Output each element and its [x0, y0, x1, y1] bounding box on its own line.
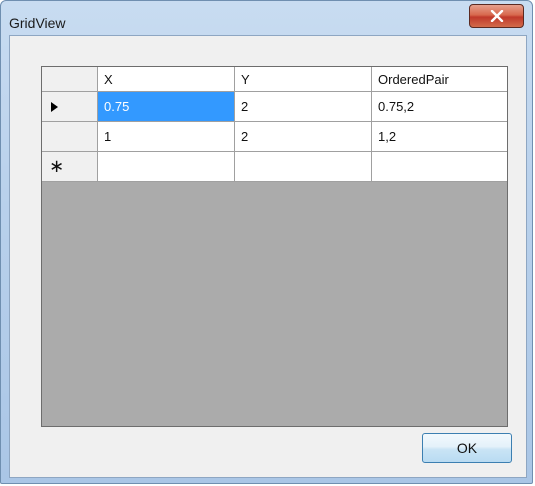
- row-header[interactable]: ∗: [42, 152, 98, 182]
- grid-header-row: X Y OrderedPair: [42, 67, 507, 92]
- cell-orderedpair[interactable]: 1,2: [372, 122, 507, 152]
- cell-x[interactable]: 1: [98, 122, 235, 152]
- row-header[interactable]: [42, 122, 98, 152]
- dialog-client-area: X Y OrderedPair 0.75 2 0.75,2 1 2 1,2 ∗ …: [9, 35, 527, 478]
- row-pointer-icon: [42, 92, 97, 121]
- column-header-x[interactable]: X: [98, 67, 235, 92]
- title-bar[interactable]: GridView: [1, 1, 532, 31]
- cell-orderedpair[interactable]: 0.75,2: [372, 92, 507, 122]
- data-grid[interactable]: X Y OrderedPair 0.75 2 0.75,2 1 2 1,2 ∗: [41, 66, 508, 427]
- grid-corner-header[interactable]: [42, 67, 98, 92]
- new-row: ∗: [42, 152, 507, 182]
- gridview-window: GridView X Y OrderedPair 0.75 2 0.75,2 1…: [0, 0, 533, 484]
- new-row-icon: ∗: [49, 156, 65, 176]
- table-row: 0.75 2 0.75,2: [42, 92, 507, 122]
- table-row: 1 2 1,2: [42, 122, 507, 152]
- new-cell-orderedpair[interactable]: [372, 152, 507, 182]
- cell-y[interactable]: 2: [235, 122, 372, 152]
- column-header-y[interactable]: Y: [235, 67, 372, 92]
- column-header-orderedpair[interactable]: OrderedPair: [372, 67, 507, 92]
- ok-button[interactable]: OK: [422, 433, 512, 463]
- window-title: GridView: [9, 15, 66, 31]
- close-button[interactable]: [469, 4, 524, 28]
- new-cell-x[interactable]: [98, 152, 235, 182]
- cell-x[interactable]: 0.75: [98, 92, 235, 122]
- close-icon: [490, 10, 504, 22]
- row-header[interactable]: [42, 92, 98, 122]
- cell-y[interactable]: 2: [235, 92, 372, 122]
- new-cell-y[interactable]: [235, 152, 372, 182]
